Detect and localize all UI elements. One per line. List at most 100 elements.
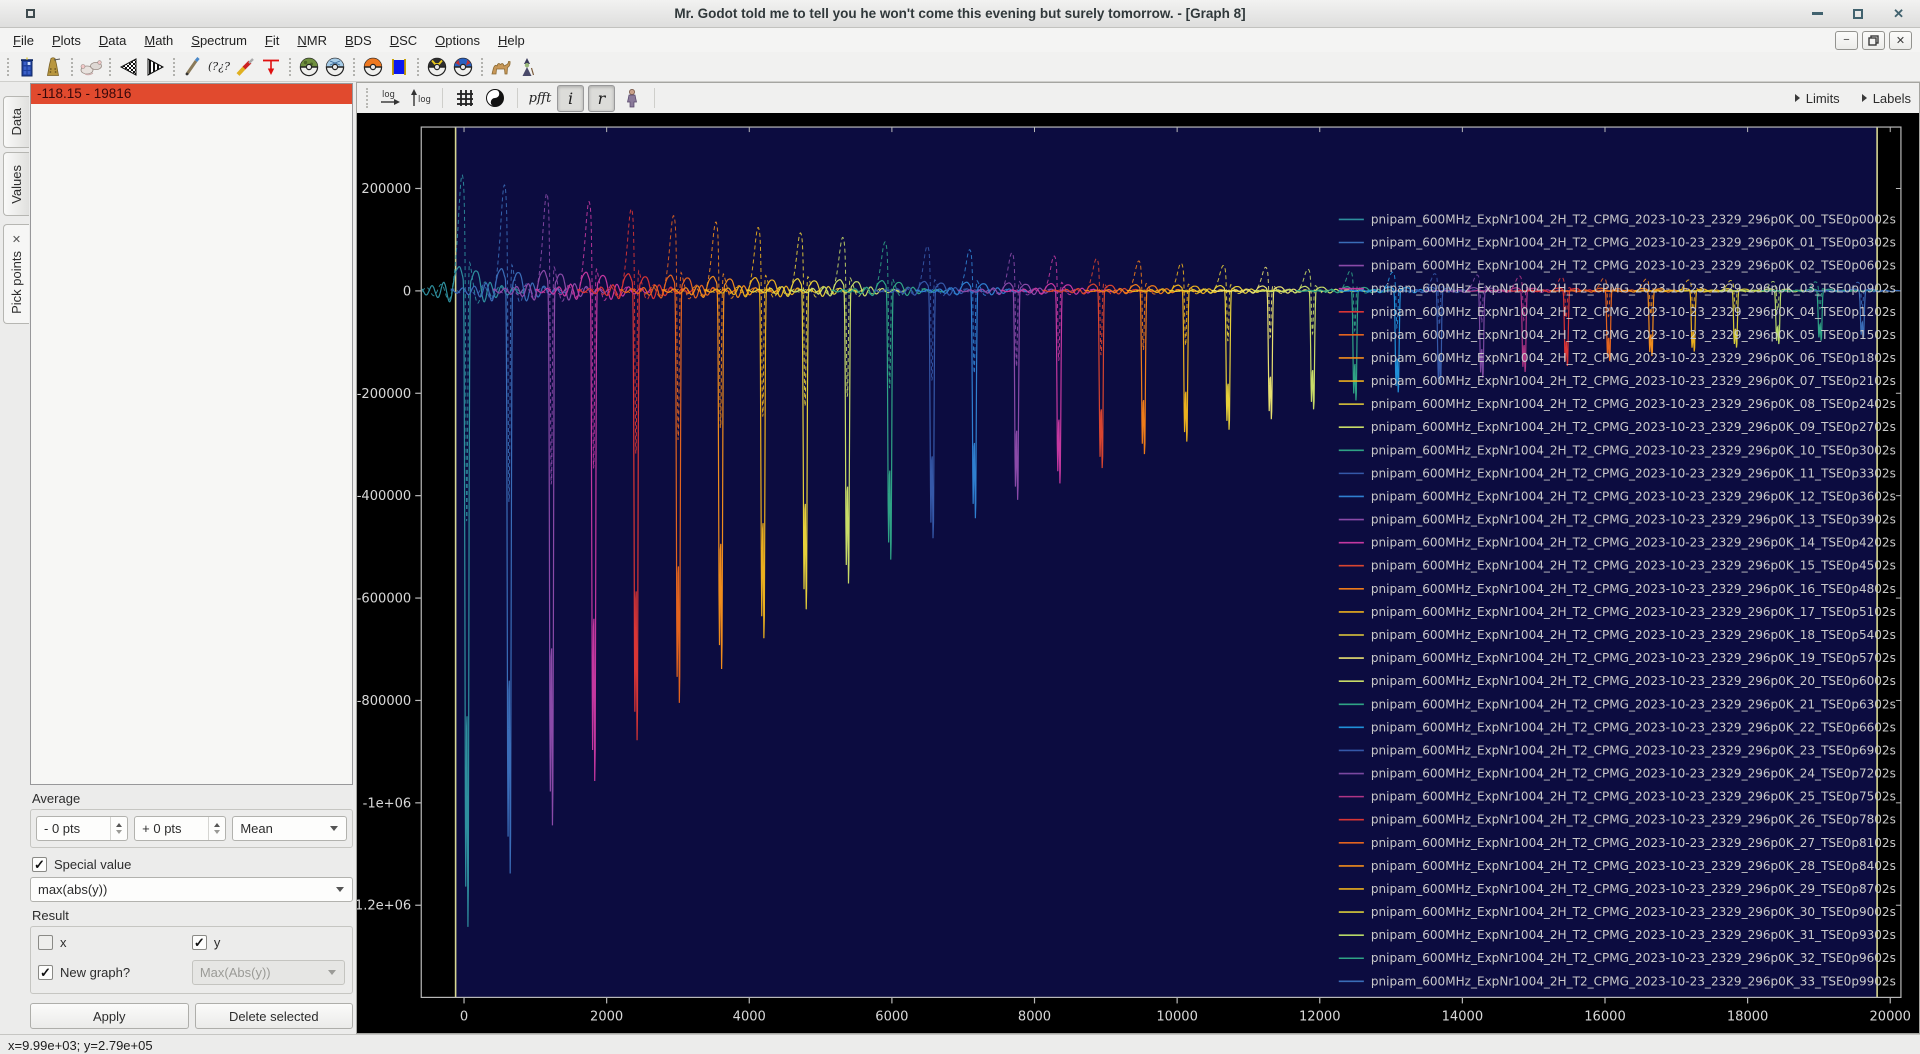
question-marks-icon[interactable]: (?¿?: [206, 54, 232, 80]
legend-entry: pnipam_600MHz_ExpNr1004_2H_T2_CPMG_2023-…: [1371, 259, 1896, 273]
special-value-checkbox[interactable]: ✓: [32, 857, 47, 872]
legend-entry: pnipam_600MHz_ExpNr1004_2H_T2_CPMG_2023-…: [1371, 490, 1896, 504]
poke-ball-icon[interactable]: [360, 54, 386, 80]
legend-entry: pnipam_600MHz_ExpNr1004_2H_T2_CPMG_2023-…: [1371, 744, 1896, 758]
pfft-icon[interactable]: pfft: [527, 85, 553, 111]
menu-item-spectrum[interactable]: Spectrum: [182, 31, 256, 50]
legend-entry: pnipam_600MHz_ExpNr1004_2H_T2_CPMG_2023-…: [1371, 813, 1896, 827]
window-title: Mr. Godot told me to tell you he won't c…: [674, 6, 1246, 21]
result-group: x ✓ y ✓ New graph? Max(Abs(y)): [30, 926, 353, 994]
picked-ranges-list[interactable]: -118.15 - 19816: [30, 83, 353, 785]
close-icon[interactable]: ✕: [1893, 7, 1904, 20]
real-toggle-button[interactable]: r: [588, 84, 615, 112]
maximize-icon[interactable]: [1853, 8, 1864, 19]
spectra-plot[interactable]: 0 2000 4000 6000 8000 10000 12000 14000 16000 180…: [357, 113, 1919, 1033]
chevron-down-icon: [330, 826, 338, 831]
minus-points-spinner[interactable]: - 0 pts: [36, 816, 129, 841]
great-ball-icon[interactable]: [450, 54, 476, 80]
toolbar-separator: [71, 57, 73, 76]
menu-item-nmr[interactable]: NMR: [288, 31, 336, 50]
new-graph-row: ✓ New graph?: [38, 965, 184, 980]
special-value-label: Special value: [54, 857, 132, 872]
plot-toolbar: log log pfft i r Limits Labels: [357, 83, 1919, 113]
x-tick-label: 0: [460, 1010, 468, 1025]
blue-square-icon[interactable]: [386, 54, 412, 80]
menu-item-options[interactable]: Options: [426, 31, 489, 50]
toolbar-separator: [173, 57, 175, 76]
special-value-row: ✓ Special value: [32, 857, 353, 872]
y-tick-label: -600000: [357, 592, 411, 607]
toolbar-separator: [289, 57, 291, 76]
y-tick-label: -400000: [357, 490, 411, 505]
tab-close-icon[interactable]: ✕: [12, 234, 21, 246]
menu-item-math[interactable]: Math: [135, 31, 182, 50]
legend-entry: pnipam_600MHz_ExpNr1004_2H_T2_CPMG_2023-…: [1371, 375, 1896, 389]
grid-icon[interactable]: [452, 85, 478, 111]
legend-entry: pnipam_600MHz_ExpNr1004_2H_T2_CPMG_2023-…: [1371, 421, 1896, 435]
special-value-select[interactable]: max(abs(y)): [30, 877, 353, 902]
baseline-tool-icon[interactable]: [258, 54, 284, 80]
screwdriver-icon[interactable]: [232, 54, 258, 80]
legend-entry: pnipam_600MHz_ExpNr1004_2H_T2_CPMG_2023-…: [1371, 444, 1896, 458]
pencil-icon[interactable]: [180, 54, 206, 80]
safari-ball-icon[interactable]: [296, 54, 322, 80]
next-triangle-icon[interactable]: [142, 54, 168, 80]
net-ball-icon[interactable]: [322, 54, 348, 80]
dalek-icon[interactable]: [40, 54, 66, 80]
sidebar-tab-data[interactable]: Data: [3, 96, 29, 148]
sidebar-tab-pick-points[interactable]: ✕ Pick points: [3, 224, 29, 324]
labels-button[interactable]: Labels: [1861, 91, 1911, 106]
picked-range-item[interactable]: -118.15 - 19816: [31, 84, 352, 104]
plus-points-spinner[interactable]: + 0 pts: [134, 816, 227, 841]
minimize-icon[interactable]: [1812, 12, 1824, 15]
imaginary-toggle-button[interactable]: i: [557, 84, 584, 112]
x-tick-label: 12000: [1299, 1010, 1341, 1025]
spinner-arrows[interactable]: [110, 817, 127, 840]
result-y-checkbox[interactable]: ✓: [191, 935, 207, 950]
result-x-checkbox[interactable]: [38, 935, 53, 950]
dock-tab-strip: Data Values ✕ Pick points: [0, 82, 30, 1034]
figure-icon[interactable]: [619, 85, 645, 111]
x-tick-label: 8000: [1018, 1010, 1051, 1025]
average-method-select[interactable]: Mean: [232, 816, 347, 841]
svg-text:log: log: [418, 95, 431, 105]
legend-entry: pnipam_600MHz_ExpNr1004_2H_T2_CPMG_2023-…: [1371, 721, 1896, 735]
camel-icon[interactable]: [488, 54, 514, 80]
menu-item-file[interactable]: File: [4, 31, 43, 50]
menu-item-bds[interactable]: BDS: [336, 31, 381, 50]
wizard-icon[interactable]: [514, 54, 540, 80]
ultra-ball-icon[interactable]: [424, 54, 450, 80]
mdi-close-icon[interactable]: ✕: [1889, 30, 1912, 50]
menu-item-plots[interactable]: Plots: [43, 31, 90, 50]
log-y-icon[interactable]: log: [407, 85, 433, 111]
new-graph-checkbox[interactable]: ✓: [38, 965, 53, 980]
delete-selected-button[interactable]: Delete selected: [194, 1003, 353, 1029]
tardis-icon[interactable]: [14, 54, 40, 80]
mdi-minimize-icon[interactable]: −: [1835, 30, 1858, 50]
log-x-icon[interactable]: log: [377, 85, 403, 111]
toolbar-handle[interactable]: [366, 88, 368, 109]
yin-yang-icon[interactable]: [482, 85, 508, 111]
menu-item-data[interactable]: Data: [90, 31, 135, 50]
legend-entry: pnipam_600MHz_ExpNr1004_2H_T2_CPMG_2023-…: [1371, 698, 1896, 712]
apply-button[interactable]: Apply: [30, 1003, 189, 1029]
sidebar-tab-values[interactable]: Values: [3, 152, 29, 216]
mdi-restore-icon[interactable]: [1862, 30, 1885, 50]
legend-entry: pnipam_600MHz_ExpNr1004_2H_T2_CPMG_2023-…: [1371, 351, 1896, 365]
spinner-arrows[interactable]: [208, 817, 225, 840]
legend-entry: pnipam_600MHz_ExpNr1004_2H_T2_CPMG_2023-…: [1371, 328, 1896, 342]
legend-entry: pnipam_600MHz_ExpNr1004_2H_T2_CPMG_2023-…: [1371, 282, 1896, 296]
menu-item-fit[interactable]: Fit: [256, 31, 288, 50]
legend-entry: pnipam_600MHz_ExpNr1004_2H_T2_CPMG_2023-…: [1371, 236, 1896, 250]
plot-canvas[interactable]: 0 2000 4000 6000 8000 10000 12000 14000 16000 180…: [357, 113, 1919, 1033]
mice-icon[interactable]: [78, 54, 104, 80]
limits-button[interactable]: Limits: [1794, 91, 1840, 106]
cursor-coordinates: x=9.99e+03; y=2.79e+05: [8, 1038, 153, 1053]
legend-entry: pnipam_600MHz_ExpNr1004_2H_T2_CPMG_2023-…: [1371, 467, 1896, 481]
prev-triangle-icon[interactable]: [116, 54, 142, 80]
mdi-window-controls: − ✕: [1835, 30, 1912, 50]
menu-item-help[interactable]: Help: [489, 31, 534, 50]
graph-window: log log pfft i r Limits Labels 0 2000 40…: [356, 82, 1920, 1034]
legend-entry: pnipam_600MHz_ExpNr1004_2H_T2_CPMG_2023-…: [1371, 536, 1896, 550]
menu-item-dsc[interactable]: DSC: [381, 31, 426, 50]
